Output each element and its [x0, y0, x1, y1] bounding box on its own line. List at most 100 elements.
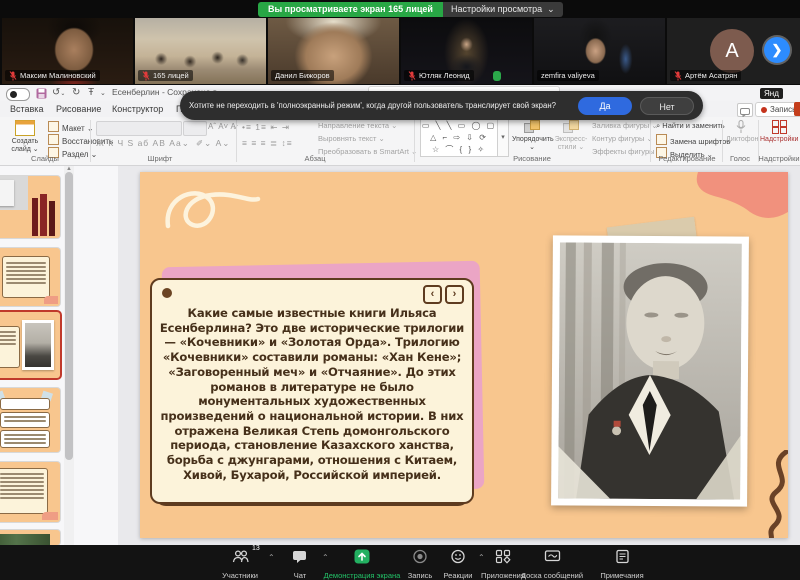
- portrait-photo[interactable]: [551, 235, 749, 506]
- record-dot-icon: [761, 107, 767, 113]
- ribbon: Создать слайд ⌄ Макет ⌄ Восстановить Раз…: [0, 117, 800, 166]
- viewing-screen-label: Вы просматриваете экран 165 лицей: [258, 2, 443, 17]
- prev-arrow-button[interactable]: ‹: [423, 285, 442, 304]
- screen-view-banner: Вы просматриваете экран 165 лицей Настро…: [258, 2, 563, 17]
- font-name-input[interactable]: [96, 121, 182, 136]
- view-options-button[interactable]: Настройки просмотра ⌄: [443, 2, 563, 17]
- slide-body-text: Какие самые известные книги Ильяса Есенб…: [159, 306, 465, 483]
- quick-access-menu-button[interactable]: ⌄: [100, 86, 106, 101]
- notes-icon: [615, 549, 630, 564]
- layout-icon: [48, 121, 59, 132]
- group-label-drawing: Рисование: [500, 154, 564, 163]
- scrollbar-up-arrow[interactable]: ▲: [64, 166, 74, 172]
- shape-outline-button[interactable]: Контур фигуры ⌄: [592, 134, 653, 143]
- arrange-button[interactable]: Упорядочить ⌄: [512, 120, 552, 152]
- comments-button[interactable]: [737, 103, 753, 117]
- addins-icon: [772, 120, 787, 134]
- font-color-buttons[interactable]: ✐⌄ А⌄: [196, 138, 230, 149]
- slide-canvas[interactable]: ‹ › Какие самые известные книги Ильяса Е…: [140, 172, 788, 538]
- powerpoint-window: ↺⌄ ↻ Ŧ ⌄ Есенберлин - Сохранено в ... Ян…: [0, 85, 800, 545]
- notes-button[interactable]: Примечания: [579, 549, 665, 580]
- next-page-arrow-button[interactable]: ❯: [764, 37, 790, 63]
- text-direction-button[interactable]: Направление текста ⌄: [318, 121, 397, 130]
- dialog-message: Хотите не переходить в 'полноэкранный ре…: [189, 101, 570, 110]
- align-buttons[interactable]: ≡ ≡ ≡ ≣ ↕≡: [242, 138, 293, 149]
- align-text-button[interactable]: Выровнять текст ⌄: [318, 134, 385, 143]
- layout-button[interactable]: Макет ⌄: [48, 121, 94, 133]
- next-arrow-button[interactable]: ›: [445, 285, 464, 304]
- group-label-slides: Слайды: [4, 154, 86, 163]
- tab-draw[interactable]: Рисование: [56, 101, 101, 117]
- group-label-paragraph: Абзац: [280, 154, 350, 163]
- meeting-toolbar: Участники 13 ⌃ Чат ⌃ Демонстрация экрана…: [0, 545, 800, 580]
- shapes-gallery[interactable]: ▭ ╲ ╲ ▭ ◯ ▢ △ ⌐ ⇨ ⇩ ⟳ ☆ ⌒ { } ✧: [420, 119, 498, 157]
- participant-name-tag: Данил Бижоров: [271, 70, 334, 81]
- shape-effects-button[interactable]: Эффекты фигуры ⌄: [592, 147, 663, 156]
- redo-button[interactable]: ↻: [72, 86, 80, 100]
- replace-fonts-button[interactable]: Замена шрифтов: [656, 134, 730, 146]
- participant-name-tag: Максим Малиновский: [5, 70, 100, 81]
- corner-blob: [688, 172, 788, 224]
- undo-button[interactable]: ↺⌄: [52, 86, 65, 101]
- dictate-button[interactable]: Диктофон: [726, 120, 756, 144]
- chevron-down-icon: ⌄: [547, 2, 555, 17]
- participant-video: Данил Бижоров: [268, 18, 399, 84]
- whiteboard-icon: [544, 549, 561, 564]
- slide-thumbnail-6[interactable]: [0, 530, 60, 545]
- replace-fonts-icon: [656, 134, 667, 145]
- text-card[interactable]: ‹ › Какие самые известные книги Ильяса Е…: [150, 278, 474, 504]
- yandex-badge: Янд: [760, 88, 783, 99]
- save-icon[interactable]: [36, 88, 47, 99]
- autosave-toggle[interactable]: [6, 88, 30, 101]
- participant-video: Ютляк Леонид: [401, 18, 532, 84]
- group-label-editing: Редактирование: [656, 154, 718, 163]
- comment-bubble-icon: [740, 108, 750, 117]
- quick-styles-button[interactable]: Экспресс-стили ⌄: [552, 120, 590, 152]
- tab-insert[interactable]: Вставка: [10, 101, 43, 117]
- mic-icon: [736, 120, 746, 134]
- participant-video: Максим Малиновский: [2, 18, 133, 84]
- font-style-buttons[interactable]: Ж К Ч S аб АВ Аа⌄: [96, 138, 190, 149]
- window-dot-icon: [162, 288, 172, 298]
- shape-fill-button[interactable]: Заливка фигуры ⌄: [592, 121, 658, 130]
- font-size-buttons[interactable]: Аˆ А˅ А̷: [208, 122, 236, 131]
- dialog-no-button[interactable]: Нет: [640, 97, 694, 115]
- arrange-icon: [524, 120, 540, 134]
- participant-video: zemfira valiyeva: [534, 18, 665, 84]
- fullscreen-dialog: Хотите не переходить в 'полноэкранный ре…: [180, 91, 703, 120]
- shapes-gallery-more-button[interactable]: ▾: [498, 119, 509, 157]
- quick-styles-icon: [563, 120, 579, 134]
- new-slide-icon: [15, 120, 35, 136]
- participant-name-tag: Ютляк Леонид: [404, 70, 474, 81]
- participant-name-tag: Артём Асатрян: [670, 70, 741, 81]
- encryption-shield-icon: [493, 71, 501, 81]
- participants-icon: [232, 549, 249, 564]
- find-replace-button[interactable]: ⌕ Найти и заменить: [656, 121, 725, 131]
- reset-icon: [48, 134, 59, 145]
- muted-mic-icon: [408, 71, 416, 81]
- quick-access-pin-button[interactable]: Ŧ: [88, 86, 94, 100]
- participant-name-tag: 165 лицей: [138, 70, 193, 81]
- slide-thumbnail-3-selected[interactable]: [0, 312, 60, 378]
- scrollbar-thumb[interactable]: [65, 172, 73, 460]
- group-label-voice: Голос: [722, 154, 758, 163]
- addins-button[interactable]: Надстройки: [760, 120, 798, 144]
- group-label-addins: Надстройки: [758, 154, 800, 163]
- slide-thumbnail-2[interactable]: [0, 248, 60, 306]
- slide-thumbnail-1[interactable]: [0, 176, 60, 238]
- brown-squiggle: [760, 450, 788, 538]
- list-indent-buttons[interactable]: •≡ 1≡ ⇤ ⇥: [242, 122, 290, 133]
- participant-name-tag: zemfira valiyeva: [537, 70, 599, 81]
- participant-video: 165 лицей: [135, 18, 266, 84]
- group-label-font: Шрифт: [110, 154, 210, 163]
- muted-mic-icon: [674, 71, 682, 81]
- slide-thumbnail-4[interactable]: [0, 388, 60, 452]
- tab-design[interactable]: Конструктор: [112, 101, 163, 117]
- new-slide-button[interactable]: Создать слайд ⌄: [4, 120, 46, 154]
- font-size-input[interactable]: [183, 121, 207, 136]
- share-button-edge[interactable]: [794, 102, 800, 116]
- chat-icon: [292, 549, 308, 564]
- dialog-yes-button[interactable]: Да: [578, 97, 632, 115]
- slide-thumbnail-5[interactable]: [0, 462, 60, 522]
- muted-mic-icon: [9, 71, 17, 81]
